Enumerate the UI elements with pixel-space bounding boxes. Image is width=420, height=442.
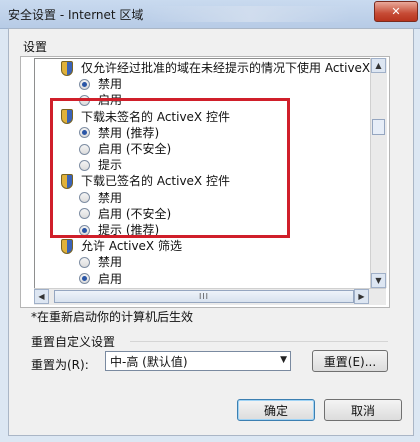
arrow-left-icon: ◀: [38, 292, 45, 301]
setting-label: 启用 (不安全): [98, 142, 172, 156]
close-icon: ✕: [391, 5, 401, 18]
security-shield-icon: [61, 238, 73, 254]
setting-label: 下载已签名的 ActiveX 控件: [81, 174, 230, 189]
setting-option[interactable]: 启用: [79, 271, 122, 287]
setting-option[interactable]: 禁用: [79, 190, 122, 206]
ok-button[interactable]: 确定: [237, 399, 315, 421]
reset-to-label: 重置为(R):: [31, 358, 89, 372]
scroll-left-button[interactable]: ◀: [34, 289, 49, 304]
vertical-scrollbar[interactable]: ▲ ▼: [370, 58, 387, 288]
setting-label: 禁用: [98, 190, 123, 205]
radio-unchecked[interactable]: [79, 256, 90, 268]
radio-checked[interactable]: [79, 224, 90, 236]
horizontal-scrollbar[interactable]: ◀ III ▶: [34, 288, 386, 305]
radio-checked[interactable]: [79, 273, 90, 285]
security-shield-icon: [61, 60, 73, 76]
reset-level-select[interactable]: 中-高 (默认值) ▼: [105, 351, 291, 371]
setting-header: 下载已签名的 ActiveX 控件: [61, 173, 230, 189]
setting-label: 允许 ActiveX 筛选: [81, 239, 182, 254]
setting-label: 禁用: [98, 77, 123, 92]
setting-label: 禁用 (推荐): [98, 125, 160, 140]
settings-tree[interactable]: 仅允许经过批准的域在未经提示的情况下使用 ActiveX 禁用 启用 下载未签名的 A…: [34, 58, 372, 290]
setting-option[interactable]: 启用 (不安全): [79, 206, 171, 222]
restart-note: *在重新启动你的计算机后生效: [31, 310, 194, 324]
reset-group-label: 重置自定义设置: [31, 335, 116, 349]
radio-unchecked[interactable]: [79, 159, 90, 171]
setting-option[interactable]: 禁用: [79, 254, 122, 270]
setting-label: 仅允许经过批准的域在未经提示的情况下使用 ActiveX: [81, 61, 371, 75]
setting-option[interactable]: 禁用 (推荐): [79, 125, 159, 141]
setting-label: 启用: [98, 93, 123, 108]
title-bar: 安全设置 - Internet 区域 ✕: [0, 0, 420, 29]
radio-unchecked[interactable]: [79, 143, 90, 155]
setting-header: 允许 ActiveX 筛选: [61, 238, 182, 254]
cancel-button[interactable]: 取消: [324, 399, 402, 421]
setting-label: 提示 (推荐): [98, 223, 160, 237]
setting-header: 仅允许经过批准的域在未经提示的情况下使用 ActiveX: [61, 60, 370, 76]
setting-option[interactable]: 启用 (不安全): [79, 141, 171, 157]
setting-label: 提示: [98, 158, 123, 173]
horizontal-scroll-thumb[interactable]: III: [54, 290, 354, 303]
security-shield-icon: [61, 109, 73, 125]
arrow-up-icon: ▲: [375, 61, 382, 70]
setting-label: 禁用: [98, 255, 123, 270]
setting-label: 启用 (不安全): [98, 206, 172, 221]
setting-option[interactable]: 启用: [79, 92, 122, 108]
chevron-down-icon: ▼: [280, 355, 287, 365]
setting-option[interactable]: 禁用: [79, 76, 122, 92]
title-bar-blur: [150, 6, 350, 22]
scroll-right-button[interactable]: ▶: [354, 289, 369, 304]
arrow-down-icon: ▼: [375, 276, 382, 285]
radio-checked[interactable]: [79, 78, 90, 90]
radio-unchecked[interactable]: [79, 192, 90, 204]
scroll-down-button[interactable]: ▼: [371, 273, 386, 288]
setting-label: 启用: [98, 271, 123, 286]
scroll-up-button[interactable]: ▲: [371, 58, 386, 73]
reset-group-divider: [130, 341, 388, 342]
radio-unchecked[interactable]: [79, 208, 90, 220]
reset-level-value: 中-高 (默认值): [110, 354, 188, 369]
arrow-right-icon: ▶: [358, 292, 365, 301]
settings-group-label: 设置: [23, 40, 48, 54]
close-button[interactable]: ✕: [374, 1, 418, 22]
radio-checked[interactable]: [79, 127, 90, 139]
window-title: 安全设置 - Internet 区域: [8, 8, 144, 22]
setting-header: 下载未签名的 ActiveX 控件: [61, 109, 230, 125]
grip-icon: III: [198, 292, 210, 301]
setting-option[interactable]: 提示 (推荐): [79, 222, 159, 238]
security-shield-icon: [61, 173, 73, 189]
setting-label: 下载未签名的 ActiveX 控件: [81, 109, 230, 124]
vertical-scroll-thumb[interactable]: [372, 119, 385, 135]
reset-button[interactable]: 重置(E)...: [312, 350, 388, 372]
radio-unchecked[interactable]: [79, 94, 90, 106]
setting-option[interactable]: 提示: [79, 157, 122, 173]
